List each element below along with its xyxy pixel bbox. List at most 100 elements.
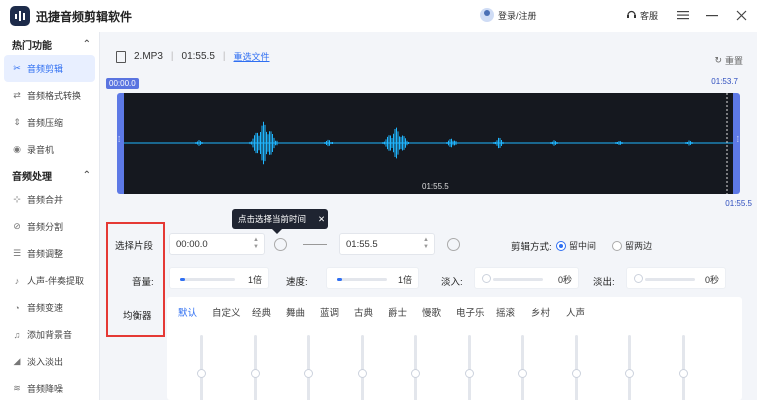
end-time-label: 01:55.5 xyxy=(725,199,752,208)
radio-keep-middle[interactable]: 留中间 xyxy=(556,239,596,252)
section-hot-features[interactable]: 热门功能 ⌃ xyxy=(0,33,99,55)
slider-knob[interactable] xyxy=(625,369,634,378)
eq-preset-tab[interactable]: 人声 xyxy=(566,305,601,319)
sidebar-item-merge[interactable]: ⊹ 音频合并 xyxy=(0,186,99,213)
eq-band-slider[interactable] xyxy=(678,335,688,400)
sidebar-item-format-convert[interactable]: ⇄ 音频格式转换 xyxy=(0,82,99,109)
section-title: 热门功能 xyxy=(12,40,52,52)
sidebar-item-label: 淡入淡出 xyxy=(27,357,64,367)
scissors-icon: ✂ xyxy=(13,63,21,73)
sidebar-item-vocal-extract[interactable]: ♪ 人声-伴奏提取 xyxy=(0,267,99,294)
slider-knob[interactable] xyxy=(518,369,527,378)
eq-preset-tab[interactable]: 默认 xyxy=(178,305,212,319)
eq-band-slider[interactable] xyxy=(250,335,260,400)
eq-preset-tab[interactable]: 爵士 xyxy=(388,305,422,319)
sidebar-item-label: 音频格式转换 xyxy=(27,91,82,101)
eq-band-slider[interactable] xyxy=(304,335,313,400)
start-time-input[interactable]: 00:00.0 ▲ ▼ xyxy=(169,233,265,255)
sidebar-item-label: 音频变速 xyxy=(27,303,64,313)
menu-icon[interactable] xyxy=(675,7,691,23)
file-icon xyxy=(116,50,126,63)
stepper-icon[interactable]: ▲ ▼ xyxy=(423,237,429,251)
slider-knob[interactable] xyxy=(304,369,313,378)
section-audio-processing[interactable]: 音频处理 ⌃ xyxy=(0,164,99,186)
eq-preset-tab[interactable]: 自定义 xyxy=(212,305,252,319)
slider-knob[interactable] xyxy=(357,369,367,378)
eq-preset-tab[interactable]: 电子乐 xyxy=(456,305,496,319)
waveform-canvas[interactable]: 01:55.5 xyxy=(124,93,733,194)
eq-preset-tab[interactable]: 经典 xyxy=(252,305,286,319)
sidebar-item-label: 音频合并 xyxy=(27,195,64,205)
left-handle-icon[interactable]: ⁞ xyxy=(118,135,120,144)
eq-preset-tab[interactable]: 乡村 xyxy=(531,305,566,319)
sidebar-item-adjust[interactable]: ☰ 音频调整 xyxy=(0,240,99,267)
close-icon[interactable] xyxy=(733,7,749,23)
speed-value: 1倍 xyxy=(397,275,412,285)
clock-icon[interactable] xyxy=(447,238,460,251)
slider-knob[interactable] xyxy=(464,369,474,378)
fade-out-value: 0秒 xyxy=(704,275,719,285)
radio-keep-sides[interactable]: 留两边 xyxy=(612,239,652,252)
chevron-up-icon: ⌃ xyxy=(82,38,91,50)
range-dash xyxy=(303,244,327,245)
slider-knob[interactable] xyxy=(571,369,581,378)
sidebar-item-label: 添加背景音 xyxy=(27,330,73,340)
eq-band-slider[interactable] xyxy=(357,335,367,400)
eq-preset-tab[interactable]: 慢歌 xyxy=(422,305,456,319)
slider-knob[interactable] xyxy=(634,274,643,283)
reset-button[interactable]: ↻ 重置 xyxy=(714,54,743,67)
stepper-icon[interactable]: ▲ ▼ xyxy=(253,237,259,251)
minimize-icon[interactable] xyxy=(704,7,720,23)
sidebar-item-compress[interactable]: ⇕ 音频压缩 xyxy=(0,109,99,136)
eq-band-slider[interactable] xyxy=(571,335,581,400)
sidebar-item-add-bgm[interactable]: ♫ 添加背景音 xyxy=(0,321,99,348)
eq-band-slider[interactable] xyxy=(464,335,474,400)
eq-band-slider[interactable] xyxy=(197,335,206,400)
equalizer-panel: 默认 自定义 经典 舞曲 蓝调 古典 爵士 慢歌 电子乐 摇滚 乡村 人声 xyxy=(167,297,742,400)
login-button[interactable]: 登录/注册 xyxy=(480,8,537,22)
sidebar-item-label: 音频压缩 xyxy=(27,118,64,128)
volume-slider[interactable]: 1倍 xyxy=(169,267,269,289)
speed-slider[interactable]: 1倍 xyxy=(326,267,419,289)
eq-preset-tab[interactable]: 古典 xyxy=(354,305,388,319)
sidebar-item-speed[interactable]: ◔ 音频变速 xyxy=(0,294,99,321)
tooltip-close-icon[interactable]: ✕ xyxy=(318,214,325,225)
eq-preset-tab[interactable]: 蓝调 xyxy=(320,305,354,319)
sidebar-item-audio-cut[interactable]: ✂ 音频剪辑 xyxy=(4,55,95,82)
support-label: 客服 xyxy=(640,11,659,21)
recorder-icon: ◉ xyxy=(13,144,21,154)
eq-band-slider[interactable] xyxy=(411,335,420,400)
fade-in-slider[interactable]: 0秒 xyxy=(474,267,579,289)
bgm-icon: ♫ xyxy=(13,329,21,340)
sidebar-item-recorder[interactable]: ◉ 录音机 xyxy=(0,136,99,163)
slider-knob[interactable] xyxy=(678,369,688,378)
end-time-input[interactable]: 01:55.5 ▲ ▼ xyxy=(339,233,435,255)
convert-icon: ⇄ xyxy=(13,90,21,100)
slider-knob[interactable] xyxy=(482,274,491,283)
fade-in-value: 0秒 xyxy=(557,275,572,285)
segment-label: 选择片段 xyxy=(115,241,154,252)
radio-unchecked-icon xyxy=(612,240,622,251)
voice-icon: ♪ xyxy=(14,275,20,286)
clock-icon[interactable] xyxy=(274,238,287,251)
divider: | xyxy=(222,51,226,62)
slider-knob[interactable] xyxy=(197,369,206,378)
slider-knob[interactable] xyxy=(411,369,420,378)
change-file-link[interactable]: 重选文件 xyxy=(234,50,270,63)
start-time-badge: 00:00.0 xyxy=(106,78,139,89)
end-time-badge: 01:53.7 xyxy=(711,77,738,86)
sidebar-item-split[interactable]: ⊘ 音频分割 xyxy=(0,213,99,240)
waveform-selection[interactable]: ⁞ 01:55.5 ⁞ xyxy=(117,93,740,194)
right-handle-icon[interactable]: ⁞ xyxy=(737,135,739,144)
sidebar-item-fade[interactable]: ◢ 淡入淡出 xyxy=(0,348,99,375)
eq-band-slider[interactable] xyxy=(518,335,527,400)
sidebar-item-denoise[interactable]: ≋ 音频降噪 xyxy=(0,375,99,400)
support-button[interactable]: 客服 xyxy=(626,9,658,22)
eq-preset-tab[interactable]: 摇滚 xyxy=(496,305,531,319)
volume-label: 音量: xyxy=(132,277,154,288)
eq-preset-tab[interactable]: 舞曲 xyxy=(286,305,320,319)
fade-out-slider[interactable]: 0秒 xyxy=(626,267,726,289)
slider-knob[interactable] xyxy=(250,369,260,378)
eq-band-slider[interactable] xyxy=(625,335,634,400)
file-duration: 01:55.5 xyxy=(181,51,215,62)
